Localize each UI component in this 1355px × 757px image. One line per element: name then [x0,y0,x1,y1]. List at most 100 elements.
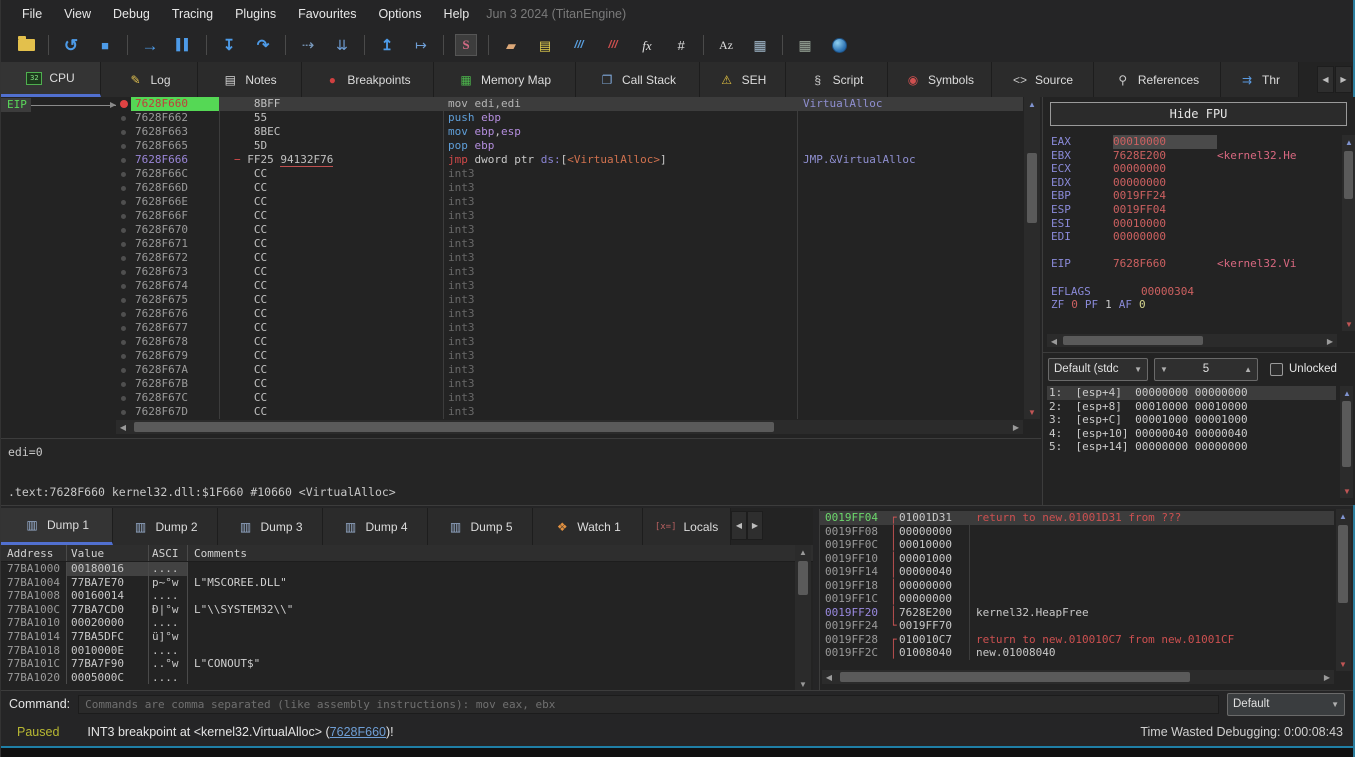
disasm-row[interactable]: 7628F66C CCint3 [116,167,1023,181]
breakpoint-address-link[interactable]: 7628F660 [330,725,386,739]
tab-call-stack[interactable]: ❐Call Stack [576,62,700,97]
disasm-row[interactable]: 7628F67A CCint3 [116,363,1023,377]
scroll-thumb[interactable] [134,422,774,432]
unlocked-checkbox[interactable] [1270,363,1283,376]
scroll-thumb[interactable] [1027,153,1037,223]
scroll-thumb[interactable] [840,672,1190,682]
dump-row[interactable]: 77BA101000020000.... [1,616,813,630]
scroll-down-icon[interactable]: ▼ [1342,317,1355,331]
registers-horizontal-scrollbar[interactable]: ◀ ▶ [1047,334,1337,347]
stack-row[interactable]: 0019FF10│00001000 [820,552,1334,566]
scroll-thumb[interactable] [798,561,808,595]
scroll-left-icon[interactable]: ◀ [116,420,130,434]
register-row[interactable]: EIP7628F660<kernel32.Vi [1051,257,1334,271]
dump-column-header[interactable]: Address [1,545,67,561]
tab-scroll-left-icon[interactable]: ◀ [1317,66,1334,93]
scroll-down-icon[interactable]: ▼ [1025,405,1039,419]
stack-row[interactable]: 0019FF14│00000040 [820,565,1334,579]
tab-cpu[interactable]: 32CPU [1,62,101,97]
disasm-row[interactable]: 7628F67C CCint3 [116,391,1023,405]
scroll-thumb[interactable] [1344,151,1353,199]
register-row[interactable]: ESI00010000 [1051,217,1334,231]
tab-memory-map[interactable]: ▦Memory Map [434,62,576,97]
tab-dump-3[interactable]: ▥Dump 3 [218,508,323,545]
dump-column-header[interactable]: ASCI [149,545,188,561]
disasm-row[interactable]: 7628F671 CCint3 [116,237,1023,251]
dump-row[interactable]: 77BA100C77BA7CD0Ð|°wL"\\SYSTEM32\\" [1,603,813,617]
disasm-row[interactable]: 7628F678 CCint3 [116,335,1023,349]
tab-dump-2[interactable]: ▥Dump 2 [113,508,218,545]
scroll-thumb[interactable] [1063,336,1203,345]
scroll-thumb[interactable] [1338,525,1348,603]
step-over-icon[interactable]: ↷ [246,31,280,59]
tab-thr[interactable]: ⇉Thr [1221,62,1299,97]
flags-row[interactable]: ZF0PF1AF0 [1051,298,1334,312]
argument-row[interactable]: 5: [esp+14] 00000000 00000000 [1047,440,1336,454]
disasm-row[interactable]: 7628F672 CCint3 [116,251,1023,265]
argument-row[interactable]: 2: [esp+8] 00010000 00010000 [1047,400,1336,414]
restart-icon[interactable]: ↺ [54,31,88,59]
log-string-toggle-icon[interactable]: S [449,31,483,59]
dump-row[interactable]: 77BA10200005000C.... [1,671,813,685]
command-profile-dropdown[interactable]: Default ▼ [1227,693,1345,716]
calling-convention-dropdown[interactable]: Default (stdc ▼ [1048,358,1148,381]
breakpoint-dot-icon[interactable] [120,100,128,108]
argument-row[interactable]: 3: [esp+C] 00001000 00001000 [1047,413,1336,427]
tab-scroll-right-icon[interactable]: ▶ [1335,66,1352,93]
dump-row[interactable]: 77BA10180010000E.... [1,644,813,658]
pause-icon[interactable]: ▌▌ [167,31,201,59]
open-file-icon[interactable] [9,31,43,59]
tab-references[interactable]: ⚲References [1094,62,1221,97]
disasm-row[interactable]: 7628F663 8BECmov ebp,esp [116,125,1023,139]
register-row[interactable]: EBP0019FF24 [1051,189,1334,203]
tab-scroll-right-icon[interactable]: ▶ [747,511,763,540]
disasm-row[interactable]: 7628F677 CCint3 [116,321,1023,335]
argument-row[interactable]: 1: [esp+4] 00000000 00000000 [1047,386,1336,400]
dump-row[interactable]: 77BA101477BA5DFCü]°w [1,630,813,644]
argument-count-spinner[interactable]: ▼ 5 ▲ [1154,358,1258,381]
tab-breakpoints[interactable]: ●Breakpoints [302,62,434,97]
dump-row[interactable]: 77BA100000180016.... [1,562,813,576]
tab-locals[interactable]: [x=]Locals [643,508,731,545]
argument-row[interactable]: 4: [esp+10] 00000040 00000040 [1047,427,1336,441]
tab-dump-4[interactable]: ▥Dump 4 [323,508,428,545]
dump-row[interactable]: 77BA101C77BA7F90..°wL"CONOUT$" [1,657,813,671]
string-analysis-icon[interactable]: Az [709,31,743,59]
spinner-up-icon[interactable]: ▲ [1244,365,1252,374]
stack-row[interactable]: 0019FF24└0019FF70 [820,619,1334,633]
dump-row[interactable]: 77BA100800160014.... [1,589,813,603]
stack-row[interactable]: 0019FF28┌010010C7return to new.010010C7 … [820,633,1334,647]
command-input[interactable] [78,695,1219,714]
register-row[interactable]: EDX00000000 [1051,176,1334,190]
register-row[interactable]: EAX00010000 [1051,135,1334,149]
tab-source[interactable]: <>Source [992,62,1094,97]
disasm-row[interactable]: 7628F665 5Dpop ebp [116,139,1023,153]
scroll-down-icon[interactable]: ▼ [1340,484,1354,498]
scroll-right-icon[interactable]: ▶ [1009,420,1023,434]
assembler-icon[interactable]: ▦ [743,31,777,59]
scroll-left-icon[interactable]: ◀ [1047,334,1061,348]
tab-watch-1[interactable]: ❖Watch 1 [533,508,643,545]
stack-row[interactable]: 0019FF0C│00010000 [820,538,1334,552]
disasm-row[interactable]: 7628F66D CCint3 [116,181,1023,195]
disasm-row[interactable]: 7628F673 CCint3 [116,265,1023,279]
arguments-vertical-scrollbar[interactable]: ▲ ▼ [1340,386,1353,498]
disassembly-horizontal-scrollbar[interactable]: ◀ ▶ [116,420,1023,434]
scroll-up-icon[interactable]: ▲ [1336,509,1350,523]
stack-horizontal-scrollbar[interactable]: ◀ ▶ [822,670,1334,684]
stack-row[interactable]: 0019FF08│00000000 [820,525,1334,539]
disasm-row[interactable]: 7628F675 CCint3 [116,293,1023,307]
menu-item-options[interactable]: Options [367,3,432,25]
disassembly-vertical-scrollbar[interactable]: ▲ ▼ [1024,97,1040,419]
scroll-left-icon[interactable]: ◀ [822,670,836,684]
scroll-up-icon[interactable]: ▲ [796,545,810,559]
scroll-up-icon[interactable]: ▲ [1025,97,1039,111]
scroll-thumb[interactable] [1342,401,1351,467]
menu-item-debug[interactable]: Debug [102,3,161,25]
tab-script[interactable]: §Script [786,62,888,97]
dump-vertical-scrollbar[interactable]: ▲ ▼ [795,545,811,691]
highlight-icon[interactable]: /// [562,31,596,59]
menu-item-view[interactable]: View [53,3,102,25]
stack-row[interactable]: 0019FF20│7628E200kernel32.HeapFree [820,606,1334,620]
menu-item-tracing[interactable]: Tracing [161,3,224,25]
